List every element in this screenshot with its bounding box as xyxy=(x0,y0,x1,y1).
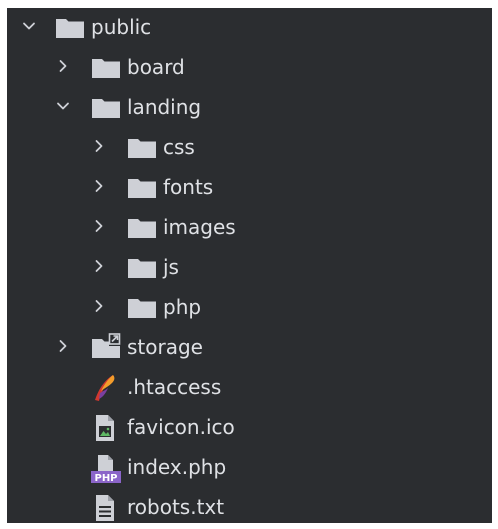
tree-item-label: board xyxy=(127,55,185,79)
tree-item-label: favicon.ico xyxy=(127,415,235,439)
chevron-right-icon[interactable] xyxy=(92,299,106,313)
tree-item-label: css xyxy=(163,135,195,159)
tree-row-index-php[interactable]: PHP index.php xyxy=(7,448,492,488)
tree-item-label: fonts xyxy=(163,175,214,199)
tree-row-robots[interactable]: robots.txt xyxy=(7,488,492,523)
chevron-right-icon[interactable] xyxy=(92,259,106,273)
file-tree: public board landing css fonts images js… xyxy=(7,8,492,523)
folder-icon xyxy=(128,219,156,238)
tree-row-htaccess[interactable]: .htaccess xyxy=(7,368,492,408)
tree-item-label: robots.txt xyxy=(127,495,225,519)
tree-row-public[interactable]: public xyxy=(7,8,492,48)
tree-row-landing[interactable]: landing xyxy=(7,88,492,128)
folder-icon xyxy=(92,59,120,78)
chevron-down-icon[interactable] xyxy=(56,99,70,113)
folder-icon xyxy=(128,259,156,278)
tree-item-label: landing xyxy=(127,95,202,119)
project-tree-panel: public board landing css fonts images js… xyxy=(7,8,492,523)
chevron-right-icon[interactable] xyxy=(92,179,106,193)
tree-row-images[interactable]: images xyxy=(7,208,492,248)
chevron-down-icon[interactable] xyxy=(22,19,36,33)
tree-item-label: .htaccess xyxy=(127,375,222,399)
tree-row-css[interactable]: css xyxy=(7,128,492,168)
php-file-icon: PHP xyxy=(91,455,121,484)
folder-icon xyxy=(92,99,120,118)
tree-row-php[interactable]: php xyxy=(7,288,492,328)
folder-icon xyxy=(128,139,156,158)
folder-icon xyxy=(56,19,84,38)
tree-item-label: php xyxy=(163,295,202,319)
chevron-right-icon[interactable] xyxy=(92,139,106,153)
tree-row-favicon[interactable]: favicon.ico xyxy=(7,408,492,448)
tree-item-label: index.php xyxy=(127,455,227,479)
tree-item-label: js xyxy=(163,255,179,279)
chevron-right-icon[interactable] xyxy=(56,339,70,353)
tree-item-label: images xyxy=(163,215,236,239)
tree-row-fonts[interactable]: fonts xyxy=(7,168,492,208)
chevron-right-icon[interactable] xyxy=(92,219,106,233)
tree-row-js[interactable]: js xyxy=(7,248,492,288)
tree-item-label: storage xyxy=(127,335,203,359)
tree-row-storage[interactable]: storage xyxy=(7,328,492,368)
folder-icon xyxy=(128,179,156,198)
chevron-right-icon[interactable] xyxy=(56,59,70,73)
text-file-icon xyxy=(96,495,114,521)
folder-icon xyxy=(128,299,156,318)
tree-item-label: public xyxy=(91,15,152,39)
apache-feather-icon xyxy=(95,375,115,401)
php-badge: PHP xyxy=(94,473,117,484)
image-file-icon xyxy=(96,415,114,441)
symlink-folder-icon xyxy=(92,333,121,358)
tree-row-board[interactable]: board xyxy=(7,48,492,88)
